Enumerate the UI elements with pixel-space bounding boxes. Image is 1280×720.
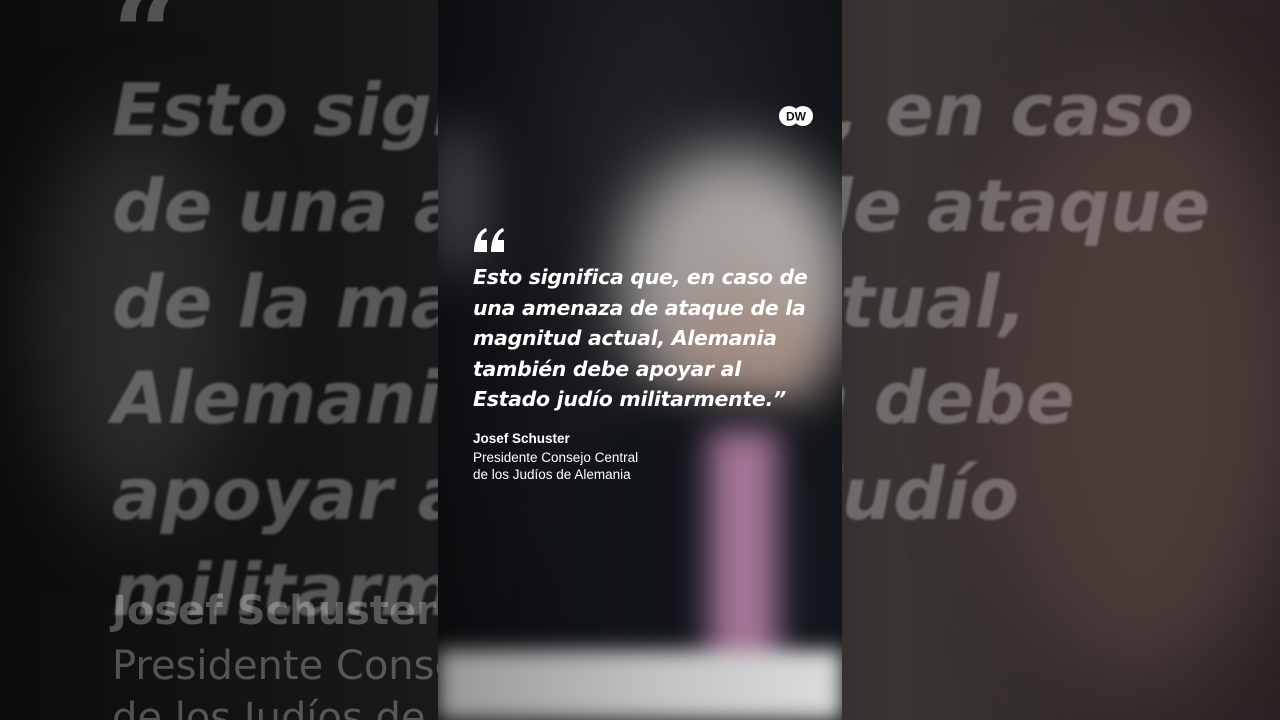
backdrop-author-name: Josef Schuster [112,588,436,634]
author-role: Presidente Consejo Central de los Judíos… [473,449,713,483]
dw-logo-icon: DW [779,106,813,126]
dw-logo-text: DW [786,110,807,124]
author-name: Josef Schuster [473,431,570,446]
quote-text: Esto significa que, en caso de una amena… [473,265,808,411]
dw-logo: DW [778,105,814,127]
author-role-line1: Presidente Consejo Central [473,450,639,465]
author-role-line2: de los Judíos de Alemania [473,467,631,482]
quote-mark-icon [472,222,508,258]
